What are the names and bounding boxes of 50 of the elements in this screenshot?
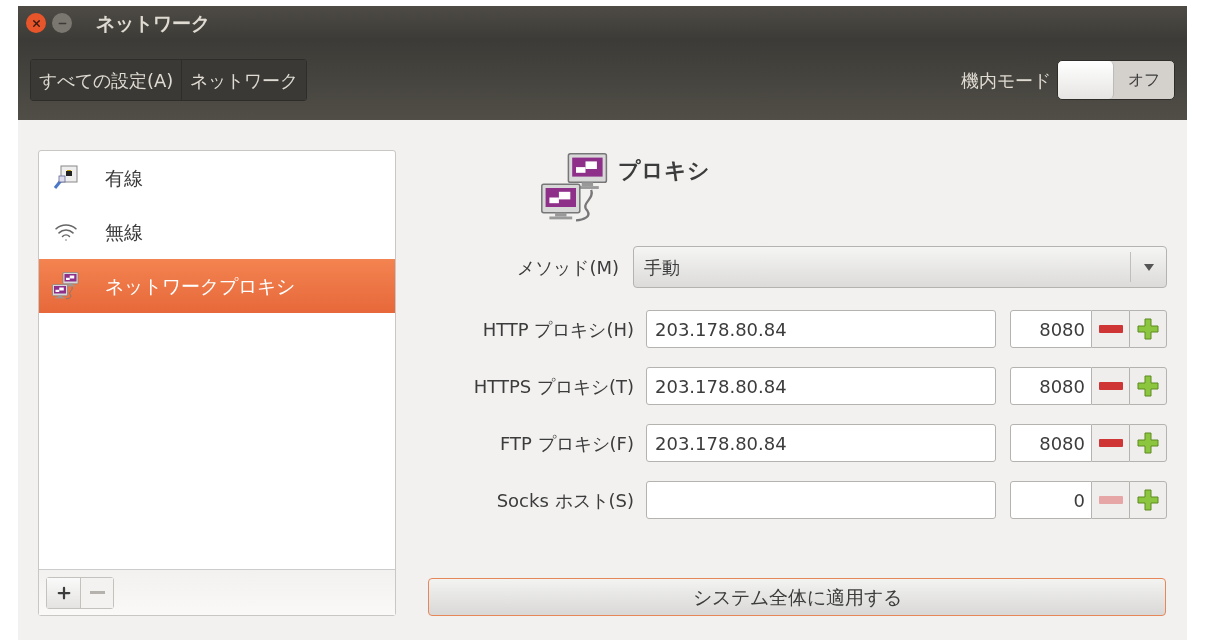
breadcrumb-button[interactable]: すべての設定(A) [31,60,183,100]
proxy-label: HTTP プロキシ(H) [481,317,635,342]
plus-icon [1137,318,1159,340]
minus-icon [1098,496,1123,504]
decrement-button[interactable] [1092,310,1129,348]
host-field[interactable]: 203.178.80.84 [646,424,996,462]
sidebar-item[interactable]: 無線 [39,205,395,259]
port-field[interactable]: 0 [1010,481,1092,519]
decrement-button[interactable] [1092,424,1129,462]
port-field[interactable]: 8080 [1010,424,1092,462]
minus-icon [1098,382,1123,390]
decrement-button[interactable] [1092,367,1129,405]
dropdown-arrow-icon [1143,263,1154,271]
sidebar-item-label: 無線 [105,219,143,245]
switch-state: オフ [1127,69,1161,91]
sidebar-item-label: ネットワークプロキシ [105,273,295,299]
monitors-icon [51,271,81,301]
window-title: ネットワーク [96,10,210,36]
airplane-mode-label: 機内モード [961,68,1051,93]
method-label: メソッド(M) [516,255,620,280]
proxy-label: Socks ホスト(S) [495,488,635,513]
minus-icon [1098,325,1123,333]
port-field[interactable]: 8080 [1010,367,1092,405]
port-field[interactable]: 8080 [1010,310,1092,348]
host-field[interactable]: 203.178.80.84 [646,310,996,348]
plus-icon [1137,432,1159,454]
minimize-button[interactable] [52,13,72,33]
increment-button[interactable] [1129,481,1167,519]
airplane-mode-switch[interactable]: オフ [1057,60,1175,100]
increment-button[interactable] [1129,367,1167,405]
section-title: プロキシ [618,157,710,185]
method-dropdown[interactable]: 手動 [633,246,1167,288]
close-button[interactable] [26,13,46,33]
increment-button[interactable] [1129,424,1167,462]
host-field[interactable] [646,481,996,519]
close-icon [30,17,42,29]
proxy-label: HTTPS プロキシ(T) [472,374,635,399]
minus-icon [1098,439,1123,447]
plus-icon [1137,489,1159,511]
add-button[interactable] [47,577,81,608]
host-field[interactable]: 203.178.80.84 [646,367,996,405]
increment-button[interactable] [1129,310,1167,348]
sidebar-item-label: 有線 [105,165,143,191]
proxy-label: FTP プロキシ(F) [499,431,635,456]
switch-knob [1058,61,1114,99]
breadcrumb-button[interactable]: ネットワーク [182,60,307,100]
apply-system-wide-button[interactable]: システム全体に適用する [428,578,1166,616]
sidebar-item[interactable]: 有線 [39,151,395,205]
minus-icon [89,591,105,594]
plus-icon [1137,375,1159,397]
